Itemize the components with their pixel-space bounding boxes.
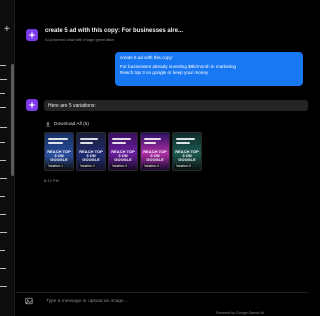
sidebar-item[interactable] [0,142,5,143]
message-input[interactable] [46,296,301,306]
sidebar-item[interactable] [0,160,6,161]
variation-label: Variation 4 [143,164,161,168]
ad-headline: REACH TOP 3 ON GOOGLE [111,149,135,162]
user-message-bubble: create 5 ad with this copy: For business… [115,52,303,86]
plus-icon[interactable]: + [4,25,10,35]
sidebar-scrollbar[interactable] [11,64,14,176]
ad-headline: REACH TOP 3 ON GOOGLE [47,149,71,162]
user-message-line: Reach top 3 on google or keep your money [120,70,209,75]
sidebar-item[interactable] [0,107,6,108]
sidebar-item[interactable] [0,286,7,287]
sidebar-item[interactable] [0,268,6,269]
sidebar-item[interactable] [0,93,5,94]
chat-title: create 5 ad with this copy: For business… [45,28,184,34]
sidebar-item[interactable] [0,178,7,179]
sidebar-item[interactable] [0,214,6,215]
composer [16,292,308,308]
sidebar-item[interactable] [0,65,6,66]
variation-card[interactable]: REACH TOP 3 ON GOOGLE Variation 4 [140,132,170,171]
variation-card[interactable]: REACH TOP 3 ON GOOGLE Variation 3 [108,132,138,171]
variation-card[interactable]: REACH TOP 3 ON GOOGLE Variation 2 [76,132,106,171]
variation-card[interactable]: REACH TOP 3 ON GOOGLE Variation 5 [172,132,202,171]
download-all-button[interactable]: Download All (5) [45,121,89,127]
assistant-message-text: Here are 5 variations: [48,103,96,109]
sidebar-item[interactable] [0,250,5,251]
ad-headline: REACH TOP 3 ON GOOGLE [79,149,103,162]
sidebar-item[interactable] [0,79,7,80]
ad-headline: REACH TOP 3 ON GOOGLE [175,149,199,162]
attach-image-icon[interactable] [25,297,33,305]
chat-subtitle: AI-powered chat with image generation [45,37,115,42]
chat-header: create 5 ad with this copy: For business… [16,20,308,48]
powered-by-text: Powered by Google Gemini AI [216,311,265,315]
assistant-avatar-icon [26,99,38,111]
sidebar-rail: + [0,0,15,316]
sparkle-icon [26,29,38,41]
sidebar-item[interactable] [0,232,7,233]
ad-headline: REACH TOP 3 ON GOOGLE [143,149,167,162]
variation-label: Variation 2 [79,164,97,168]
download-all-label: Download All (5) [54,121,89,127]
variation-label: Variation 3 [111,164,129,168]
variation-card[interactable]: REACH TOP 3 ON GOOGLE Variation 1 [44,132,74,171]
message-timestamp: 8:12 PM [44,178,59,183]
download-icon [46,121,50,127]
sidebar-item[interactable] [0,127,7,128]
variation-gallery: REACH TOP 3 ON GOOGLE Variation 1 REACH … [44,132,202,171]
variation-label: Variation 5 [175,164,193,168]
sidebar-item[interactable] [0,196,5,197]
variation-label: Variation 1 [47,164,65,168]
